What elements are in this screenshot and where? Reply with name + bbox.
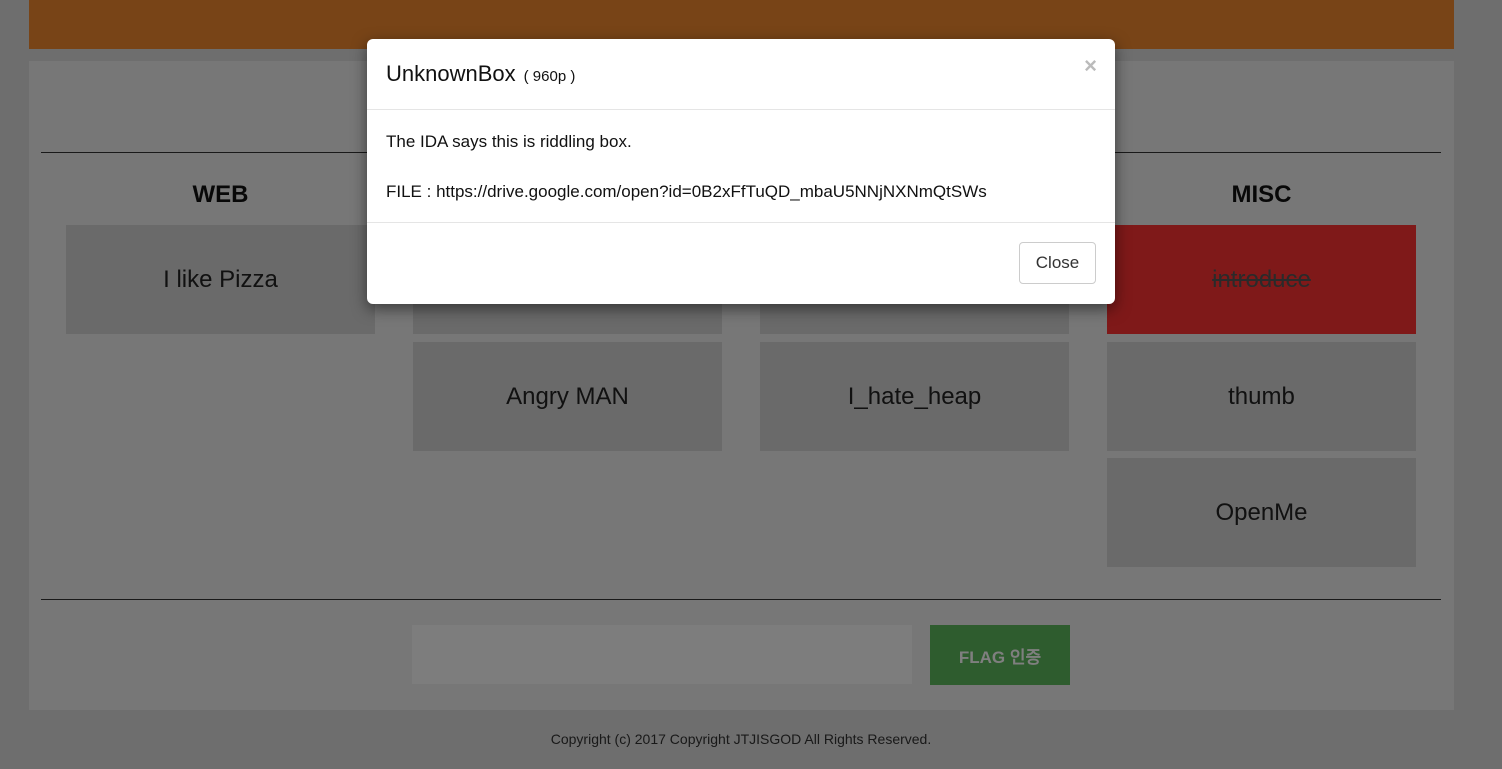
challenge-modal: UnknownBox ( 960p ) × The IDA says this i… xyxy=(367,39,1115,304)
close-icon[interactable]: × xyxy=(1084,55,1097,77)
modal-header: UnknownBox ( 960p ) × xyxy=(367,39,1115,110)
page-scrollbar[interactable] xyxy=(1482,0,1502,769)
challenge-description: The IDA says this is riddling box. xyxy=(386,132,632,151)
modal-body: The IDA says this is riddling box. FILE … xyxy=(367,110,1115,223)
modal-footer: Close xyxy=(367,223,1115,304)
challenge-file-link: FILE : https://drive.google.com/open?id=… xyxy=(386,182,987,201)
modal-title-row: UnknownBox ( 960p ) xyxy=(386,61,575,87)
close-button[interactable]: Close xyxy=(1019,242,1096,284)
modal-title: UnknownBox xyxy=(386,61,516,86)
modal-points: ( 960p ) xyxy=(523,68,576,85)
